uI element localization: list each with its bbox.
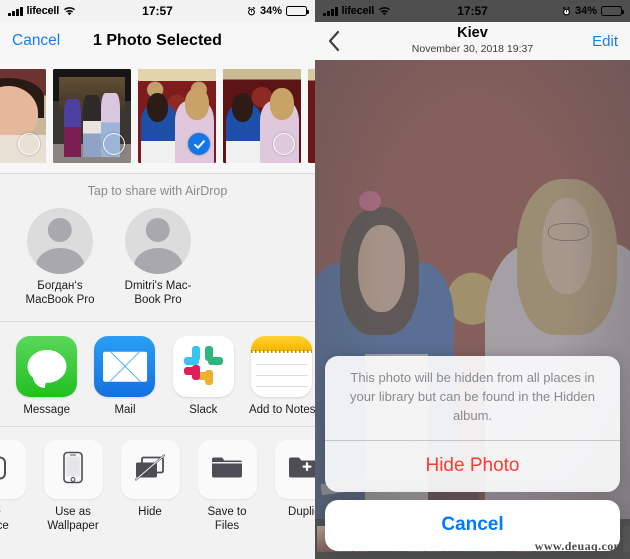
folder-icon: [197, 440, 257, 500]
photo-location-title: Kiev: [457, 24, 488, 41]
action-duplicate[interactable]: Duplic: [272, 440, 315, 533]
share-target-label: Add to Notes: [248, 404, 315, 417]
status-bar-right: lifecell 17:57 34%: [315, 0, 630, 22]
action-sheet-main: This photo will be hidden from all place…: [325, 356, 620, 492]
photo-thumbnail-2[interactable]: [53, 69, 131, 163]
site-watermark: www.deuaq.com: [534, 539, 624, 553]
airdrop-contact-label: Богдан‘s MacBook Pro: [25, 280, 95, 306]
share-target-notes[interactable]: Add to Notes: [249, 336, 315, 416]
share-target-message[interactable]: Message: [14, 336, 79, 416]
battery-percent-label: 34%: [574, 5, 597, 17]
share-target-label: Slack: [189, 404, 218, 417]
photo-thumbnail-5[interactable]: [308, 69, 315, 163]
airdrop-contact-bogdan[interactable]: Богдан‘s MacBook Pro: [18, 208, 102, 307]
wifi-icon: [378, 6, 391, 16]
notes-app-icon: [251, 336, 313, 398]
status-bar-right-group: 34%: [158, 5, 309, 17]
photo-datetime: November 30, 2018 19:37: [411, 42, 534, 55]
battery-icon: [601, 6, 624, 16]
carrier-label: lifecell: [341, 5, 375, 17]
status-bar-left-group: lifecell: [323, 5, 473, 17]
photo-thumbnail-4[interactable]: [223, 69, 301, 163]
share-target-label: Mail: [114, 404, 136, 417]
mail-app-icon: [94, 336, 156, 398]
status-bar-left: lifecell 17:57 34%: [0, 0, 315, 22]
back-chevron-icon[interactable]: [327, 30, 340, 52]
selection-circle[interactable]: [273, 133, 295, 155]
share-target-slack[interactable]: Slack: [171, 336, 236, 416]
selection-checkmark-icon[interactable]: [188, 133, 210, 155]
slack-app-icon: [172, 336, 234, 398]
screenshot-root: lifecell 17:57 34% Cancel 1 Photo Select…: [0, 0, 630, 559]
action-save-to-files[interactable]: Save to Files: [195, 440, 259, 533]
selection-circle[interactable]: [103, 133, 125, 155]
signal-bars-icon: [323, 6, 338, 16]
selection-circle[interactable]: [18, 133, 40, 155]
messages-app-icon: [16, 336, 78, 398]
action-sheet-message: This photo will be hidden from all place…: [325, 356, 620, 441]
share-action-row: te Face Use as Wallpaper Hide Save to Fi…: [0, 427, 315, 540]
carrier-label: lifecell: [26, 5, 60, 17]
signal-bars-icon: [8, 6, 23, 16]
airdrop-title: Tap to share with AirDrop: [87, 184, 228, 198]
airdrop-contact-label: Dmitri's Mac-Book Pro: [124, 280, 192, 306]
wifi-icon: [63, 6, 76, 16]
airdrop-section: Tap to share with AirDrop Богдан‘s MacBo…: [0, 174, 315, 323]
action-label: Hide: [138, 506, 162, 519]
battery-percent-label: 34%: [259, 5, 282, 17]
edit-button[interactable]: Edit: [592, 33, 618, 50]
person-avatar-icon: [125, 208, 191, 274]
alarm-clock-icon: [247, 6, 256, 16]
right-panel-photo-viewer: lifecell 17:57 34% Kiev November 30, 201…: [315, 0, 630, 559]
alarm-clock-icon: [562, 6, 571, 16]
share-sheet-header: Cancel 1 Photo Selected: [0, 22, 315, 60]
photo-area: This photo will be hidden from all place…: [315, 60, 630, 559]
action-label: Use as Wallpaper: [47, 506, 99, 532]
action-use-as-wallpaper[interactable]: Use as Wallpaper: [41, 440, 105, 533]
photo-viewer-header: Kiev November 30, 2018 19:37 Edit: [315, 22, 630, 60]
watch-face-icon: [0, 440, 26, 500]
action-label: te Face: [0, 506, 9, 532]
hide-slash-icon: [120, 440, 180, 500]
photo-title-block: Kiev November 30, 2018 19:37: [315, 24, 630, 56]
share-target-label: Message: [23, 404, 70, 417]
hide-photo-action-sheet: This photo will be hidden from all place…: [325, 356, 620, 551]
hide-photo-button[interactable]: Hide Photo: [325, 441, 620, 492]
action-hide[interactable]: Hide: [118, 440, 182, 533]
action-label: Save to Files: [207, 506, 247, 532]
battery-icon: [286, 6, 309, 16]
photo-thumbnail-1[interactable]: [0, 69, 46, 163]
share-target-mail[interactable]: Mail: [92, 336, 157, 416]
photo-thumbnail-strip: [0, 60, 315, 174]
action-create-watch-face[interactable]: te Face: [0, 440, 28, 533]
left-panel-share-sheet: lifecell 17:57 34% Cancel 1 Photo Select…: [0, 0, 315, 559]
status-bar-right-group: 34%: [473, 5, 624, 17]
status-bar-left-group: lifecell: [8, 5, 158, 17]
airdrop-contact-dmitri[interactable]: Dmitri's Mac-Book Pro: [116, 208, 200, 307]
photo-thumbnail-3[interactable]: [138, 69, 216, 163]
share-app-row: Message Mail Slack Add to Notes: [0, 322, 315, 428]
person-avatar-icon: [27, 208, 93, 274]
cancel-button[interactable]: Cancel: [12, 32, 60, 50]
wallpaper-iphone-icon: [43, 440, 103, 500]
duplicate-plus-icon: [274, 440, 315, 500]
action-label: Duplic: [288, 506, 315, 519]
